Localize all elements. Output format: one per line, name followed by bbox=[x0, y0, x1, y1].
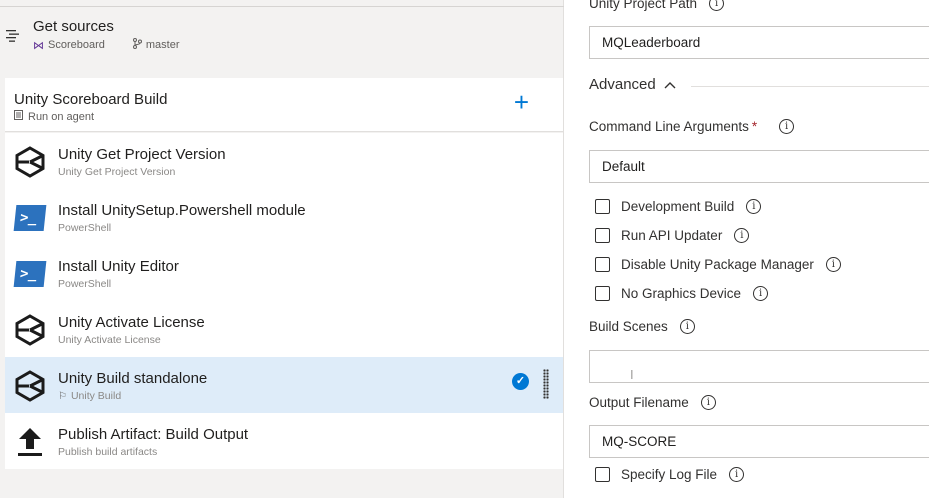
visual-studio-icon: ⋈ bbox=[33, 39, 44, 52]
task-item[interactable]: >_ Install Unity Editor PowerShell bbox=[5, 245, 563, 301]
checkbox-label: No Graphics Device bbox=[621, 286, 742, 301]
check-icon: ✓ bbox=[512, 373, 529, 390]
agent-icon bbox=[14, 110, 23, 123]
checkbox-box[interactable] bbox=[595, 286, 610, 301]
task-kind: Publish build artifacts bbox=[58, 446, 158, 458]
task-kind: PowerShell bbox=[58, 278, 112, 290]
powershell-icon: >_ bbox=[13, 257, 47, 291]
info-icon[interactable]: i bbox=[753, 286, 769, 301]
checkbox-box[interactable] bbox=[595, 257, 610, 272]
checkbox-label: Run API Updater bbox=[621, 228, 723, 243]
info-icon[interactable]: i bbox=[734, 228, 750, 243]
checkbox-box[interactable] bbox=[595, 467, 610, 482]
checkbox-label: Specify Log File bbox=[621, 467, 718, 482]
cmd-args-label-row: Command Line Arguments * i bbox=[589, 119, 795, 134]
task-list: Unity Get Project Version Unity Get Proj… bbox=[5, 133, 563, 469]
info-icon[interactable]: i bbox=[679, 319, 695, 334]
pipeline-tasks-pane: Get sources ⋈ Scoreboard master Unity Sc… bbox=[0, 0, 564, 498]
drag-handle-icon[interactable] bbox=[543, 369, 549, 399]
no-graphics-device-checkbox[interactable]: No Graphics Device i bbox=[595, 286, 769, 301]
project-path-input[interactable]: MQLeaderboard bbox=[589, 26, 929, 59]
branch-icon bbox=[132, 38, 142, 52]
build-scenes-label-row: Build Scenes i bbox=[589, 319, 695, 334]
task-item[interactable]: Unity Get Project Version Unity Get Proj… bbox=[5, 133, 563, 189]
task-item[interactable]: Publish Artifact: Build Output Publish b… bbox=[5, 413, 563, 469]
info-icon[interactable]: i bbox=[779, 119, 795, 134]
task-item[interactable]: >_ Install UnitySetup.Powershell module … bbox=[5, 189, 563, 245]
task-name: Install Unity Editor bbox=[58, 258, 179, 275]
task-kind: Unity Build bbox=[70, 390, 122, 402]
get-sources-title: Get sources bbox=[33, 18, 114, 35]
info-icon[interactable]: i bbox=[700, 395, 716, 410]
branch-name: master bbox=[145, 39, 180, 51]
run-api-updater-checkbox[interactable]: Run API Updater i bbox=[595, 228, 750, 243]
disable-package-manager-checkbox[interactable]: Disable Unity Package Manager i bbox=[595, 257, 841, 272]
project-path-label-row: Unity Project Path i bbox=[589, 0, 725, 11]
advanced-section-toggle[interactable]: Advanced bbox=[589, 76, 676, 93]
task-item[interactable]: Unity Activate License Unity Activate Li… bbox=[5, 301, 563, 357]
task-kind-row: ⚐ Unity Build bbox=[58, 390, 121, 402]
task-name: Install UnitySetup.Powershell module bbox=[58, 202, 306, 219]
task-kind: PowerShell bbox=[58, 222, 112, 234]
info-icon[interactable]: i bbox=[709, 0, 725, 11]
output-filename-input[interactable]: MQ-SCORE bbox=[589, 425, 929, 458]
task-item-selected[interactable]: Unity Build standalone ⚐ Unity Build ✓ bbox=[5, 357, 563, 413]
job-title: Unity Scoreboard Build bbox=[14, 91, 168, 108]
powershell-icon: >_ bbox=[13, 201, 47, 235]
checkbox-box[interactable] bbox=[595, 199, 610, 214]
info-icon[interactable]: i bbox=[825, 257, 841, 272]
flag-icon: ⚐ bbox=[58, 390, 67, 402]
task-kind: Unity Get Project Version bbox=[58, 166, 176, 178]
unity-icon bbox=[13, 145, 47, 179]
unity-icon bbox=[13, 313, 47, 347]
text-cursor-icon: I bbox=[630, 367, 634, 382]
unity-icon bbox=[13, 369, 47, 403]
task-name: Publish Artifact: Build Output bbox=[58, 426, 249, 443]
checkbox-label: Disable Unity Package Manager bbox=[621, 257, 814, 272]
project-path-label: Unity Project Path bbox=[589, 0, 698, 11]
checkbox-label: Development Build bbox=[621, 199, 735, 214]
sources-meta: ⋈ Scoreboard master bbox=[33, 38, 180, 52]
output-filename-label: Output Filename bbox=[589, 395, 689, 410]
build-scenes-input[interactable]: I bbox=[589, 350, 929, 383]
cmd-args-input[interactable]: Default bbox=[589, 150, 929, 183]
plus-icon[interactable]: + bbox=[514, 89, 529, 115]
checkbox-box[interactable] bbox=[595, 228, 610, 243]
divider bbox=[691, 86, 929, 87]
task-settings-pane: Unity Project Path i MQLeaderboard Advan… bbox=[565, 0, 929, 498]
advanced-label: Advanced bbox=[589, 76, 656, 93]
required-marker: * bbox=[751, 119, 758, 134]
output-filename-label-row: Output Filename i bbox=[589, 395, 716, 410]
upload-icon bbox=[13, 425, 47, 459]
agent-job[interactable]: Unity Scoreboard Build Run on agent + bbox=[5, 78, 563, 132]
sources-list-icon bbox=[6, 29, 20, 47]
build-scenes-label: Build Scenes bbox=[589, 319, 668, 334]
info-icon[interactable]: i bbox=[729, 467, 745, 482]
task-kind: Unity Activate License bbox=[58, 334, 161, 346]
chevron-up-icon bbox=[664, 78, 676, 92]
specify-log-file-checkbox[interactable]: Specify Log File i bbox=[595, 467, 745, 482]
task-name: Unity Build standalone bbox=[58, 370, 208, 387]
task-name: Unity Get Project Version bbox=[58, 146, 226, 163]
info-icon[interactable]: i bbox=[746, 199, 762, 214]
task-name: Unity Activate License bbox=[58, 314, 205, 331]
development-build-checkbox[interactable]: Development Build i bbox=[595, 199, 762, 214]
repo-name: Scoreboard bbox=[48, 39, 105, 51]
job-subtitle: Run on agent bbox=[28, 110, 95, 123]
job-subtitle-row: Run on agent bbox=[14, 110, 94, 123]
get-sources-item[interactable]: Get sources ⋈ Scoreboard master bbox=[0, 7, 564, 63]
cmd-args-label: Command Line Arguments bbox=[589, 119, 749, 134]
